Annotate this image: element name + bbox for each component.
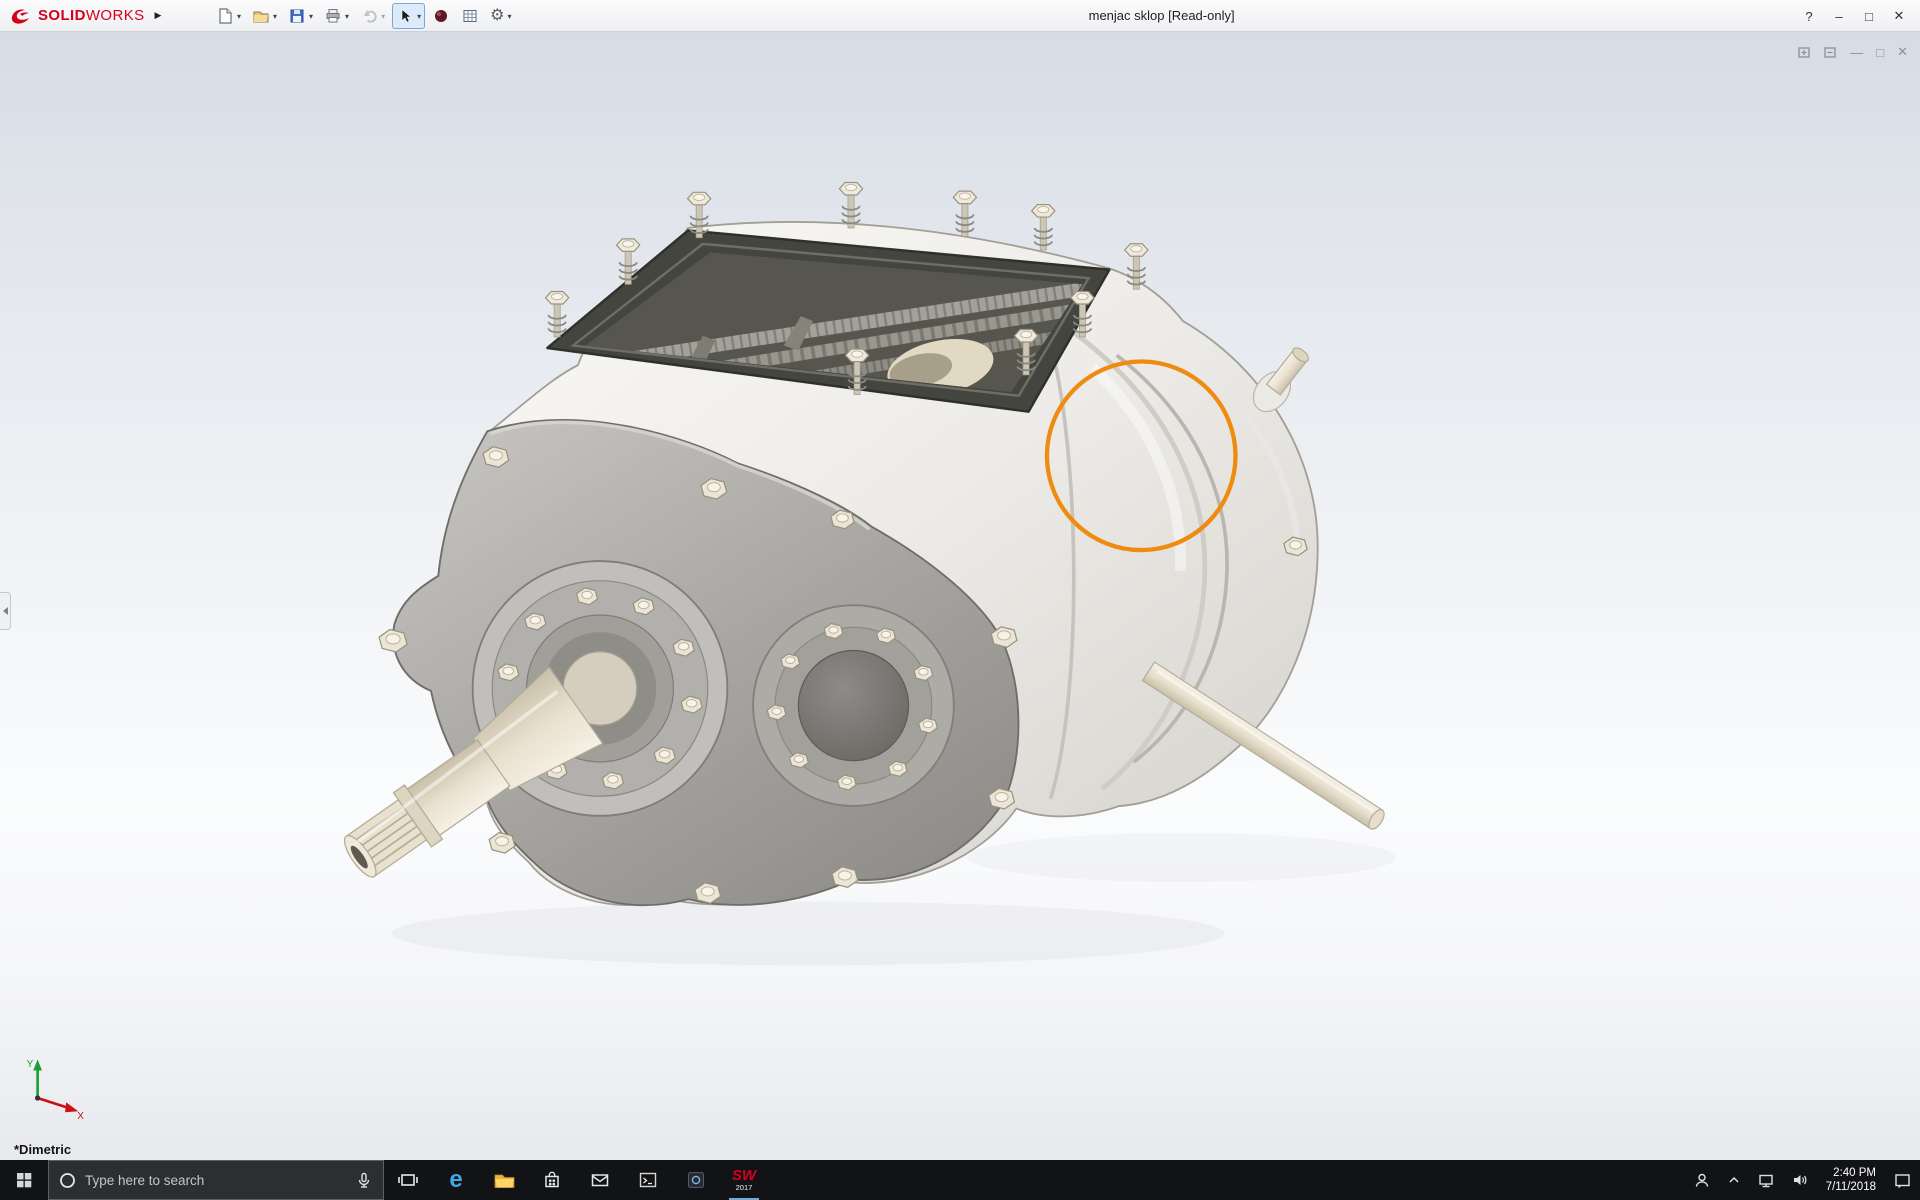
- people-icon: [1695, 1173, 1708, 1187]
- cortana-icon: [60, 1172, 75, 1188]
- title-bar: SOLIDWORKS ▶ ▾ ▾ ▾ ▾ ▾ ▾ ⚙ ▾ menjac sklo…: [0, 0, 1920, 32]
- dropdown-caret[interactable]: ▾: [381, 12, 385, 21]
- dropdown-caret[interactable]: ▾: [237, 12, 241, 21]
- window-controls: ? – □ ✕: [1794, 0, 1914, 32]
- doc-window-icon-left[interactable]: [1798, 46, 1811, 59]
- doc-close-button[interactable]: ✕: [1897, 44, 1908, 60]
- save-button[interactable]: ▾: [284, 3, 317, 29]
- volume-button[interactable]: [1783, 1160, 1817, 1200]
- dropdown-caret[interactable]: ▾: [273, 12, 277, 21]
- open-button[interactable]: ▾: [248, 3, 281, 29]
- options-button[interactable]: ⚙ ▾: [486, 3, 515, 29]
- dropdown-caret[interactable]: ▾: [417, 12, 421, 21]
- search-input[interactable]: [85, 1172, 346, 1188]
- gearbox-model[interactable]: [327, 181, 1396, 966]
- chevron-up-icon: [1729, 1176, 1739, 1183]
- people-button[interactable]: [1685, 1160, 1719, 1200]
- command-prompt-icon: [639, 1172, 657, 1188]
- macro-record-button[interactable]: [428, 3, 454, 29]
- command-prompt-button[interactable]: [624, 1160, 672, 1200]
- windows-logo-icon: [17, 1173, 32, 1188]
- action-center-icon: [1895, 1173, 1910, 1188]
- gear-icon: ⚙: [490, 7, 505, 24]
- solidworks-window: SOLIDWORKS ▶ ▾ ▾ ▾ ▾ ▾ ▾ ⚙ ▾ menjac sklo…: [0, 0, 1920, 1200]
- document-window-controls: — □ ✕: [1798, 44, 1908, 60]
- svg-text:X: X: [77, 1111, 84, 1120]
- edge-icon: e: [449, 1166, 463, 1193]
- open-folder-icon: [253, 11, 269, 23]
- brand-wordmark: SOLIDWORKS: [38, 7, 145, 24]
- file-explorer-button[interactable]: [480, 1160, 528, 1200]
- undo-icon: [364, 10, 377, 23]
- store-icon: [545, 1171, 559, 1188]
- undo-button[interactable]: ▾: [356, 3, 389, 29]
- action-center-button[interactable]: [1885, 1160, 1920, 1200]
- macro-record-icon: [435, 10, 448, 22]
- collapse-arrow-icon: [2, 607, 8, 615]
- pinned-app-icon: [688, 1172, 704, 1188]
- network-icon: [1758, 1174, 1773, 1188]
- document-title: menjac sklop [Read-only]: [1088, 8, 1235, 23]
- clock-date: 7/11/2018: [1825, 1181, 1876, 1193]
- maximize-button[interactable]: □: [1854, 3, 1884, 29]
- system-tray: 2:40 PM 7/11/2018: [1685, 1160, 1920, 1200]
- store-button[interactable]: [528, 1160, 576, 1200]
- microphone-icon[interactable]: [355, 1171, 373, 1189]
- dropdown-caret[interactable]: ▾: [507, 12, 511, 21]
- edge-button[interactable]: e: [432, 1160, 480, 1200]
- taskbar-clock[interactable]: 2:40 PM 7/11/2018: [1817, 1160, 1885, 1200]
- print-button[interactable]: ▾: [320, 3, 353, 29]
- mail-button[interactable]: [576, 1160, 624, 1200]
- view-orientation-label: *Dimetric: [14, 1142, 72, 1157]
- doc-restore-button[interactable]: □: [1876, 45, 1884, 60]
- svg-text:Y: Y: [27, 1059, 34, 1070]
- menu-flyout-arrow-icon[interactable]: ▶: [155, 10, 162, 21]
- solidworks-brand: SOLIDWORKS ▶: [0, 5, 161, 27]
- dropdown-caret[interactable]: ▾: [309, 12, 313, 21]
- mail-icon: [591, 1174, 609, 1187]
- pinned-app-button[interactable]: [672, 1160, 720, 1200]
- save-icon: [290, 9, 304, 23]
- shaft-stub: [1252, 347, 1310, 413]
- help-button[interactable]: ?: [1794, 3, 1824, 29]
- task-view-icon: [398, 1174, 418, 1186]
- taskbar-search-box[interactable]: [48, 1160, 384, 1200]
- clock-time: 2:40 PM: [1833, 1167, 1876, 1179]
- windows-taskbar: e: [0, 1160, 1920, 1200]
- doc-minimize-button[interactable]: —: [1850, 45, 1863, 60]
- graphics-viewport: — □ ✕ Y X *Dimetric: [0, 32, 1920, 1160]
- dropdown-caret[interactable]: ▾: [345, 12, 349, 21]
- network-button[interactable]: [1749, 1160, 1783, 1200]
- solidworks-logo-icon: [11, 9, 29, 24]
- design-table-icon: [463, 10, 477, 22]
- quick-access-toolbar: ▾ ▾ ▾ ▾ ▾ ▾ ⚙ ▾: [212, 0, 515, 32]
- graphics-area[interactable]: [0, 32, 1920, 1160]
- new-document-icon: [219, 8, 232, 24]
- file-explorer-icon: [494, 1174, 514, 1188]
- select-arrow-icon: [401, 8, 412, 23]
- design-table-button[interactable]: [457, 3, 483, 29]
- new-document-button[interactable]: ▾: [212, 3, 245, 29]
- task-view-button[interactable]: [384, 1160, 432, 1200]
- speaker-icon: [1793, 1175, 1807, 1185]
- select-tool-button[interactable]: ▾: [392, 3, 426, 29]
- hidden-icons-button[interactable]: [1719, 1160, 1749, 1200]
- panel-collapse-tab[interactable]: [0, 592, 11, 630]
- start-button[interactable]: [0, 1160, 48, 1200]
- print-icon: [326, 9, 340, 23]
- solidworks-app-icon: SW 2017: [731, 1167, 757, 1193]
- orientation-triad: Y X: [27, 1059, 85, 1120]
- close-button[interactable]: ✕: [1884, 3, 1914, 29]
- minimize-button[interactable]: –: [1824, 3, 1854, 29]
- solidworks-taskbar-button[interactable]: SW 2017: [720, 1160, 768, 1200]
- doc-window-icon-right[interactable]: [1824, 46, 1837, 59]
